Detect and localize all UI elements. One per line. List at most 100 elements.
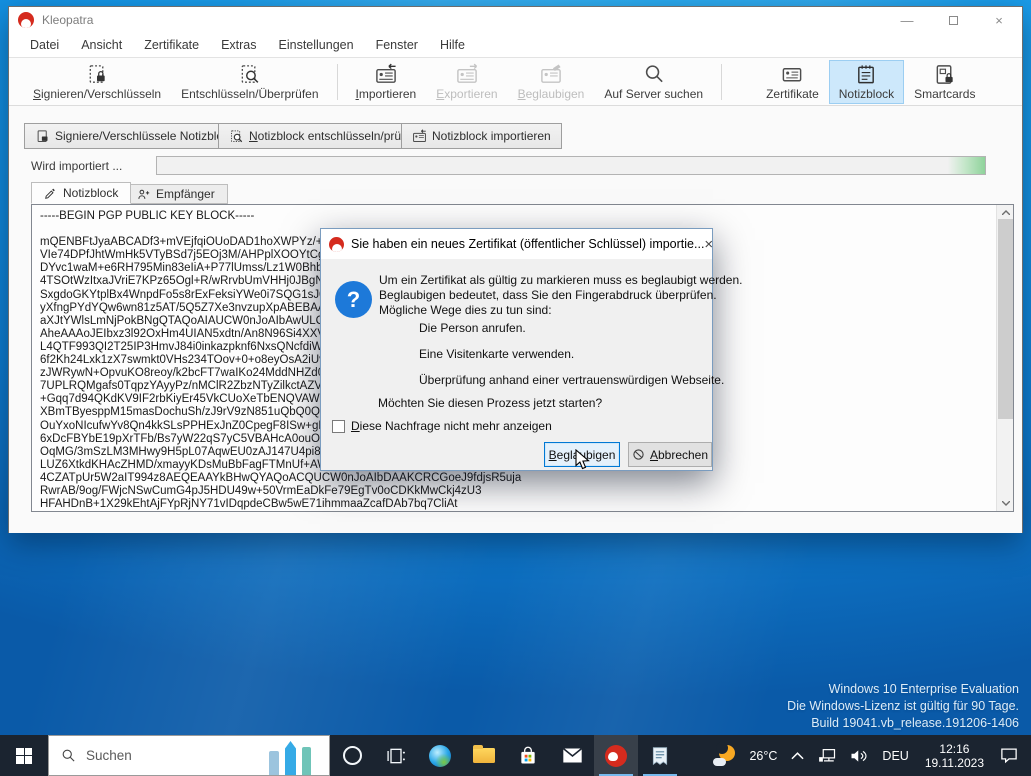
clock-date: 19.11.2023 bbox=[925, 756, 984, 770]
taskbar-kleopatra-button[interactable] bbox=[594, 735, 638, 776]
dialog-title-bar[interactable]: Sie haben ein neues Zertifikat (öffentli… bbox=[321, 229, 712, 259]
sign-encrypt-notepad-button[interactable]: Signiere/Verschlüssele Notizblock bbox=[24, 123, 246, 149]
dialog-close-button[interactable]: × bbox=[704, 229, 713, 259]
toolbar: Signieren/Verschlüsseln Entschlüsseln/Üb… bbox=[9, 59, 1022, 106]
file-explorer-icon bbox=[473, 748, 495, 763]
notepad-icon bbox=[854, 63, 878, 86]
tray-overflow-button[interactable] bbox=[784, 735, 811, 776]
menu-zertifikate[interactable]: Zertifikate bbox=[133, 34, 210, 56]
scroll-down-arrow[interactable] bbox=[997, 496, 1014, 511]
minimize-button[interactable]: — bbox=[884, 7, 930, 33]
menu-ansicht[interactable]: Ansicht bbox=[70, 34, 133, 56]
night-weather-icon bbox=[713, 745, 735, 767]
chevron-up-icon bbox=[791, 751, 804, 760]
menu-extras[interactable]: Extras bbox=[210, 34, 267, 56]
taskbar-clock[interactable]: 12:16 19.11.2023 bbox=[916, 735, 993, 776]
window-controls: — × bbox=[884, 7, 1022, 33]
window-title: Kleopatra bbox=[42, 13, 93, 27]
menu-bar: Datei Ansicht Zertifikate Extras Einstel… bbox=[9, 33, 1022, 58]
toolbar-export-button: Exportieren bbox=[426, 60, 507, 104]
toolbar-certificates-button[interactable]: Zertifikate bbox=[756, 60, 829, 104]
taskbar-task-view-button[interactable] bbox=[374, 735, 418, 776]
toolbar-notepad-button[interactable]: Notizblock bbox=[829, 60, 904, 104]
dont-ask-again-label: Diese Nachfrage nicht mehr anzeigen bbox=[351, 419, 552, 433]
toolbar-certificates-label: Zertifikate bbox=[766, 87, 819, 101]
weather-tray-item[interactable] bbox=[706, 735, 742, 776]
building-shape bbox=[285, 741, 296, 775]
chevron-up-icon bbox=[1002, 210, 1010, 215]
dialog-body-line: Beglaubigen bedeutet, dass Sie den Finge… bbox=[379, 288, 717, 302]
dialog-option: Überprüfung anhand einer vertrauenswürdi… bbox=[419, 373, 724, 387]
scroll-up-arrow[interactable] bbox=[997, 205, 1014, 220]
tab-notepad-label: Notizblock bbox=[63, 186, 118, 200]
toolbar-server-search-button[interactable]: Auf Server suchen bbox=[594, 60, 713, 104]
kleopatra-icon bbox=[605, 745, 627, 767]
toolbar-smartcards-button[interactable]: Smartcards bbox=[904, 60, 985, 104]
search-server-icon bbox=[642, 63, 666, 86]
decrypt-verify-notepad-label: Notizblock entschlüsseln/prüfen bbox=[249, 129, 418, 143]
toolbar-certify-button: Beglaubigen bbox=[508, 60, 595, 104]
toolbar-import-label: Importieren bbox=[356, 87, 417, 101]
person-plus-icon bbox=[137, 188, 150, 201]
task-view-icon bbox=[386, 746, 406, 766]
windows-logo-icon bbox=[16, 748, 32, 764]
cancel-button[interactable]: Abbrechen bbox=[628, 442, 712, 467]
mail-icon bbox=[562, 747, 583, 764]
sign-encrypt-notepad-label: Signiere/Verschlüssele Notizblock bbox=[55, 129, 235, 143]
menu-einstellungen[interactable]: Einstellungen bbox=[268, 34, 365, 56]
decrypt-verify-notepad-button[interactable]: Notizblock entschlüsseln/prüfen bbox=[218, 123, 429, 149]
dialog-body-line: Mögliche Wege dies zu tun sind: bbox=[379, 303, 552, 317]
clock-time: 12:16 bbox=[939, 742, 969, 756]
notification-bubble-icon bbox=[1000, 747, 1018, 764]
toolbar-separator bbox=[337, 64, 338, 100]
taskbar-edge-button[interactable] bbox=[418, 735, 462, 776]
network-ethernet-icon bbox=[818, 748, 836, 764]
taskbar-store-button[interactable] bbox=[506, 735, 550, 776]
taskbar-file-explorer-button[interactable] bbox=[462, 735, 506, 776]
dialog-question: Möchten Sie diesen Prozess jetzt starten… bbox=[378, 396, 602, 410]
toolbar-import-button[interactable]: Importieren bbox=[346, 60, 427, 104]
decrypt-verify-notepad-icon bbox=[229, 129, 244, 144]
import-notepad-icon bbox=[412, 129, 427, 144]
keyboard-language[interactable]: DEU bbox=[875, 735, 915, 776]
taskbar-cortana-button[interactable] bbox=[330, 735, 374, 776]
help-question-icon: ? bbox=[335, 281, 372, 318]
menu-datei[interactable]: Datei bbox=[19, 34, 70, 56]
tab-recipients-label: Empfänger bbox=[156, 187, 215, 201]
close-icon: × bbox=[704, 236, 713, 253]
decrypt-verify-icon bbox=[238, 63, 262, 86]
start-button[interactable] bbox=[0, 735, 48, 776]
action-center-button[interactable] bbox=[993, 735, 1025, 776]
toolbar-server-search-label: Auf Server suchen bbox=[604, 87, 703, 101]
tab-notepad[interactable]: Notizblock bbox=[31, 182, 131, 204]
taskbar-search-box[interactable] bbox=[48, 735, 330, 776]
import-notepad-button[interactable]: Notizblock importieren bbox=[401, 123, 562, 149]
toolbar-notepad-label: Notizblock bbox=[839, 87, 894, 101]
search-input[interactable] bbox=[86, 748, 236, 763]
export-certificate-icon bbox=[455, 63, 479, 86]
editor-scrollbar[interactable] bbox=[996, 205, 1013, 511]
title-bar[interactable]: Kleopatra — × bbox=[9, 7, 1022, 33]
network-tray-button[interactable] bbox=[811, 735, 843, 776]
scrollbar-thumb[interactable] bbox=[998, 219, 1013, 419]
notepad-app-icon bbox=[650, 746, 670, 766]
toolbar-decrypt-verify-label: Entschlüsseln/Überprüfen bbox=[181, 87, 318, 101]
maximize-button[interactable] bbox=[930, 7, 976, 33]
toolbar-export-label: Exportieren bbox=[436, 87, 497, 101]
dialog-option: Die Person anrufen. bbox=[419, 321, 526, 335]
weather-temperature[interactable]: 26°C bbox=[742, 735, 784, 776]
import-notepad-label: Notizblock importieren bbox=[432, 129, 551, 143]
tab-recipients[interactable]: Empfänger bbox=[124, 184, 228, 204]
menu-fenster[interactable]: Fenster bbox=[365, 34, 429, 56]
close-button[interactable]: × bbox=[976, 7, 1022, 33]
question-glyph: ? bbox=[347, 287, 360, 313]
dont-ask-again-checkbox[interactable] bbox=[332, 420, 345, 433]
menu-hilfe[interactable]: Hilfe bbox=[429, 34, 476, 56]
taskbar-mail-button[interactable] bbox=[550, 735, 594, 776]
volume-tray-button[interactable] bbox=[843, 735, 875, 776]
toolbar-decrypt-verify-button[interactable]: Entschlüsseln/Überprüfen bbox=[171, 60, 328, 104]
taskbar-notepad-app-button[interactable] bbox=[638, 735, 682, 776]
certificate-imported-dialog: Sie haben ein neues Zertifikat (öffentli… bbox=[320, 228, 713, 471]
certify-icon bbox=[539, 63, 563, 86]
toolbar-sign-encrypt-button[interactable]: Signieren/Verschlüsseln bbox=[23, 60, 171, 104]
